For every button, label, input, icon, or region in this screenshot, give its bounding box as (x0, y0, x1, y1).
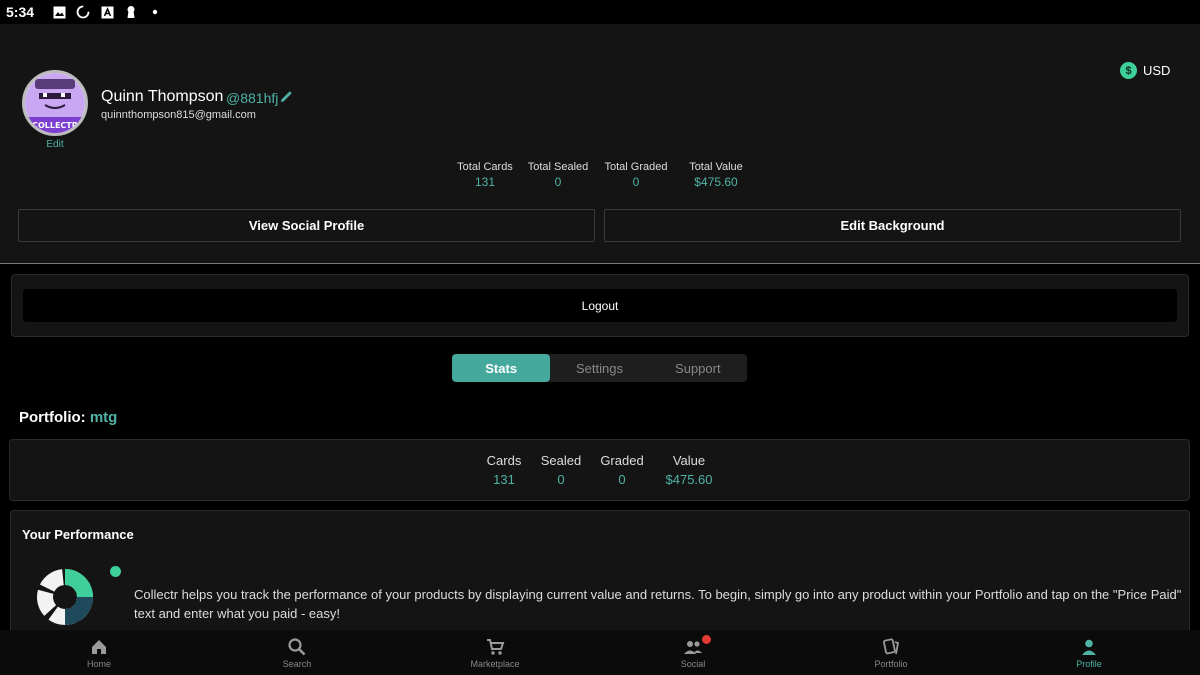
cards-icon (883, 637, 900, 654)
status-time: 5:34 (6, 4, 35, 20)
user-email: quinnthompson815@gmail.com (101, 109, 256, 121)
performance-description: Collectr helps you track the performance… (134, 587, 1182, 621)
people-icon (684, 640, 702, 654)
app-a-icon (100, 5, 114, 19)
avatar[interactable]: COLLECTR (22, 70, 88, 136)
nav-label: Portfolio (874, 658, 908, 669)
total-label: Total Sealed (527, 161, 589, 173)
portfolio-label: Portfolio: (19, 409, 86, 426)
status-bar: 5:34 (0, 0, 1200, 24)
total-sealed: Total Sealed 0 (513, 161, 603, 189)
performance-title: Your Performance (22, 527, 134, 542)
logout-panel: Logout (11, 274, 1189, 337)
currency-selector[interactable]: $ USD (1120, 62, 1170, 79)
cart-icon (487, 638, 505, 655)
nav-search[interactable]: Search (198, 630, 396, 675)
user-name: Quinn Thompson (101, 88, 224, 105)
view-social-profile-button[interactable]: View Social Profile (18, 209, 595, 242)
profile-tabs: Stats Settings Support (452, 354, 747, 382)
nav-profile[interactable]: Profile (990, 630, 1188, 675)
avatar-edit-link[interactable]: Edit (40, 139, 70, 150)
tab-support[interactable]: Support (649, 354, 747, 382)
total-label: Total Graded (604, 161, 668, 173)
portfolio-stat-sealed: Sealed 0 (526, 453, 596, 487)
stat-label: Graded (600, 453, 644, 468)
total-value-stat: Total Value $475.60 (671, 161, 761, 189)
collectr-logo-icon (37, 569, 93, 625)
search-icon (288, 637, 306, 655)
person-icon (1082, 639, 1096, 655)
total-graded: Total Graded 0 (591, 161, 681, 189)
image-icon (52, 5, 66, 19)
nav-portfolio[interactable]: Portfolio (792, 630, 990, 675)
nav-marketplace[interactable]: Marketplace (396, 630, 594, 675)
home-icon (92, 639, 106, 654)
total-value: 0 (554, 175, 562, 189)
dollar-icon: $ (1120, 62, 1137, 79)
total-value: $475.60 (694, 175, 738, 189)
user-handle: @881hfj (226, 90, 279, 106)
stat-value: 0 (557, 472, 565, 487)
collectr-status-icon (76, 5, 90, 19)
edit-background-button[interactable]: Edit Background (604, 209, 1181, 242)
portfolio-title[interactable]: Portfolio: mtg (19, 409, 117, 426)
stat-label: Sealed (540, 453, 582, 468)
avatar-text: COLLECTR (32, 121, 78, 130)
tab-stats[interactable]: Stats (452, 354, 551, 382)
portfolio-stats-panel: Cards 131 Sealed 0 Graded 0 Value $475.6… (9, 439, 1190, 501)
keyhole-icon (124, 5, 138, 19)
portfolio-stat-value: Value $475.60 (654, 453, 724, 487)
check-badge-icon (110, 566, 121, 577)
nav-label: Profile (1076, 658, 1102, 669)
stat-label: Value (672, 453, 706, 468)
notification-dot (702, 635, 711, 644)
stat-value: $475.60 (665, 472, 713, 487)
nav-label: Home (86, 658, 111, 669)
stat-value: 0 (618, 472, 626, 487)
portfolio-stat-graded: Graded 0 (587, 453, 657, 487)
total-value: 0 (632, 175, 640, 189)
logout-button[interactable]: Logout (23, 289, 1177, 322)
nav-social[interactable]: Social (594, 630, 792, 675)
nav-label: Social (680, 658, 706, 669)
dot-icon (148, 5, 162, 19)
performance-panel: Your Performance Collectr helps you trac… (10, 510, 1190, 635)
nav-label: Marketplace (470, 658, 520, 669)
avatar-image: COLLECTR (25, 73, 85, 133)
header-divider (0, 263, 1200, 264)
nav-label: Search (282, 658, 312, 669)
tab-settings[interactable]: Settings (550, 354, 648, 382)
portfolio-name: mtg (89, 409, 118, 426)
nav-home[interactable]: Home (0, 630, 198, 675)
pencil-icon[interactable] (279, 90, 293, 104)
bottom-nav: Home Search Marketplace Social Portfolio… (0, 630, 1200, 675)
total-label: Total Value (689, 161, 743, 173)
currency-code: USD (1143, 63, 1171, 78)
